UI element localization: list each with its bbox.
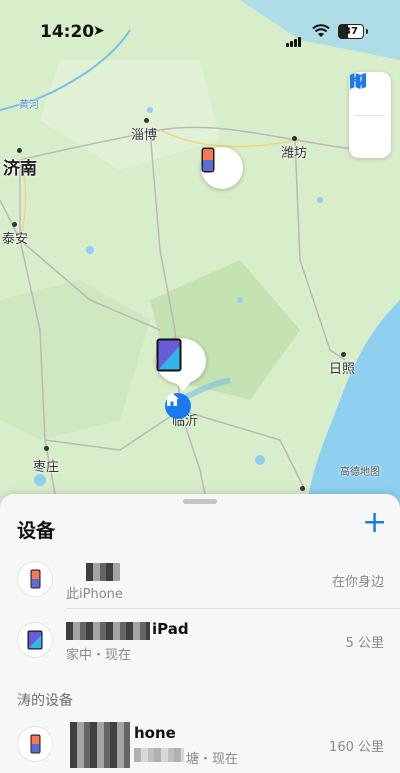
location-arrow-icon xyxy=(350,73,366,89)
iphone-icon xyxy=(30,734,40,754)
city-label-zibo: 淄博 xyxy=(131,128,158,143)
status-bar: 14:20 ➤ 37 xyxy=(0,0,400,62)
divider xyxy=(66,608,400,609)
city-dot xyxy=(300,486,305,491)
device-name: hone xyxy=(134,724,176,742)
device-status: 家中・现在 xyxy=(66,648,132,663)
device-avatar xyxy=(18,562,52,596)
pin-pointer xyxy=(176,383,190,391)
battery-level: 37 xyxy=(344,26,358,37)
sheet-grabber[interactable] xyxy=(183,499,217,504)
iphone-icon xyxy=(30,569,40,589)
device-pin-ipad[interactable] xyxy=(156,338,206,384)
ipad-icon xyxy=(156,338,182,372)
cellular-signal-icon xyxy=(286,28,302,47)
status-time: 14:20 xyxy=(40,22,95,42)
device-pin-iphone[interactable] xyxy=(201,147,243,189)
iphone-icon xyxy=(201,147,215,173)
city-label-weifang: 潍坊 xyxy=(281,146,308,161)
home-icon xyxy=(165,393,179,406)
home-location-marker[interactable] xyxy=(165,393,191,419)
redacted-name xyxy=(70,722,130,768)
map-controls xyxy=(349,72,391,158)
device-distance: 在你身边 xyxy=(331,575,384,590)
city-dot xyxy=(12,222,17,227)
city-label-taian: 泰安 xyxy=(2,232,29,247)
city-label-jinan: 济南 xyxy=(3,159,37,179)
sheet-title: 设备 xyxy=(17,520,56,542)
map-background xyxy=(0,0,400,520)
map-attribution: 高德地图 xyxy=(340,467,380,478)
device-row-family-iphone[interactable]: hone 塘・现在 160 公里 xyxy=(0,716,400,773)
device-distance: 5 公里 xyxy=(345,636,384,651)
city-dot xyxy=(17,148,22,153)
city-label-rizhao: 日照 xyxy=(329,362,356,377)
battery-icon: 37 xyxy=(338,24,368,39)
device-distance: 160 公里 xyxy=(329,740,384,755)
plus-icon[interactable]: + xyxy=(362,508,387,538)
city-dot xyxy=(144,118,149,123)
redacted-name xyxy=(66,622,150,640)
device-avatar xyxy=(18,727,52,761)
map-view[interactable]: 黄河 济南 淄博 潍坊 泰安 日照 临沂 枣庄 高德地图 xyxy=(0,0,400,520)
wifi-icon xyxy=(312,24,330,37)
city-label-zaozhuang: 枣庄 xyxy=(33,460,60,475)
city-dot xyxy=(44,446,49,451)
ipad-icon xyxy=(27,630,43,650)
redacted-name xyxy=(86,563,120,581)
city-dot xyxy=(292,136,297,141)
location-services-icon: ➤ xyxy=(93,23,105,39)
device-name: iPad xyxy=(152,620,189,638)
section-header: 涛的设备 xyxy=(17,693,73,709)
device-avatar xyxy=(18,623,52,657)
device-row-this-iphone[interactable]: 此iPhone 在你身边 xyxy=(0,551,400,609)
locate-me-button[interactable] xyxy=(349,73,391,159)
city-dot xyxy=(341,352,346,357)
device-row-ipad[interactable]: iPad 家中・现在 5 公里 xyxy=(0,612,400,670)
device-status: 此iPhone xyxy=(66,587,123,602)
city-label-huanghe: 黄河 xyxy=(19,100,39,111)
devices-sheet[interactable]: 设备 + 此iPhone 在你身边 iPad 家中・现在 5 公里 涛的设备 h… xyxy=(0,494,400,773)
device-status: 塘・现在 xyxy=(186,752,239,767)
redacted-status xyxy=(134,748,184,762)
